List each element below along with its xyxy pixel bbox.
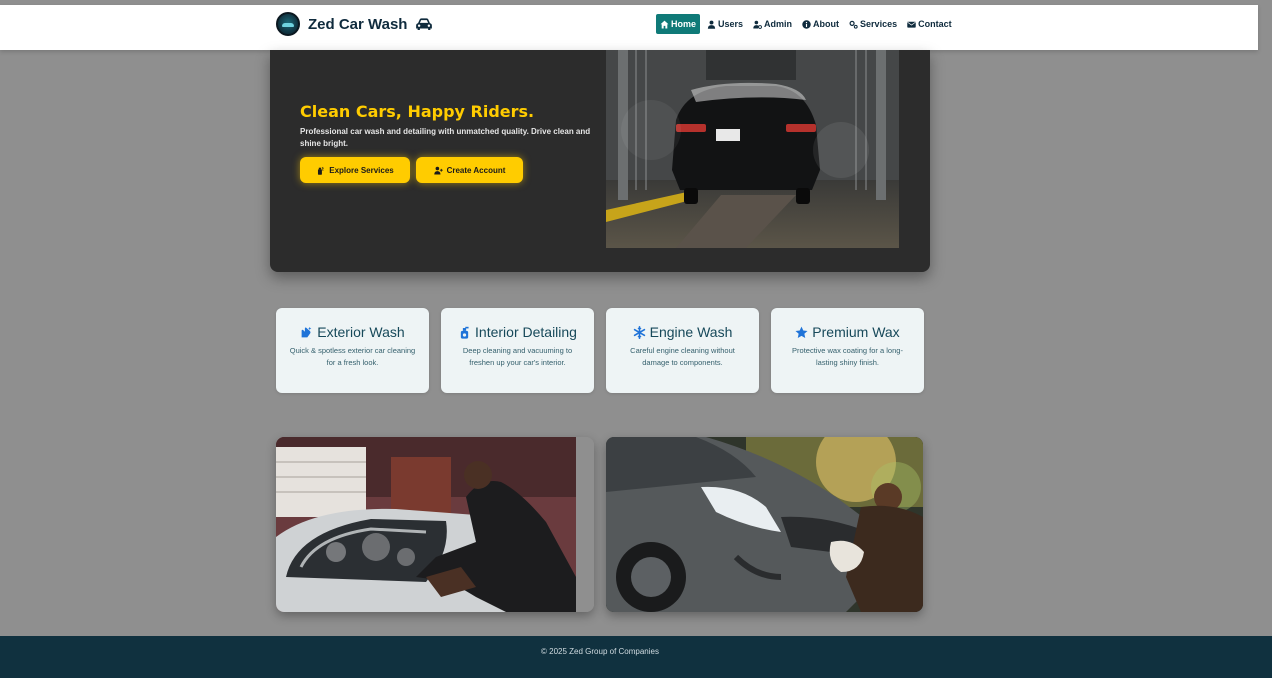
brand-name: Zed Car Wash: [308, 15, 408, 33]
gears-icon: [849, 20, 858, 29]
hand-sparkles-icon: [301, 326, 312, 337]
service-card-premium-wax[interactable]: Premium Wax Protective wax coating for a…: [771, 308, 924, 393]
nav-item-contact[interactable]: Contact: [904, 14, 955, 34]
service-title-text: Exterior Wash: [317, 324, 405, 340]
photo-polishing-headlight: [606, 437, 923, 612]
nav-item-services[interactable]: Services: [846, 14, 900, 34]
photo-washing-windshield: [276, 437, 594, 612]
service-card-engine-wash[interactable]: Engine Wash Careful engine cleaning with…: [606, 308, 759, 393]
explore-services-label: Explore Services: [329, 165, 394, 175]
service-title-interior-detailing: Interior Detailing: [441, 323, 594, 341]
nav-label-home: Home: [671, 19, 697, 29]
service-title-text: Engine Wash: [649, 324, 733, 340]
services-row: Exterior Wash Quick & spotless exterior …: [276, 308, 924, 393]
navbar: Zed Car Wash Home Users Admin About Serv…: [0, 5, 1258, 50]
service-description: Deep cleaning and vacuuming to freshen u…: [462, 346, 573, 367]
create-account-label: Create Account: [446, 165, 506, 175]
user-icon: [707, 20, 716, 29]
hero-buttons: Explore Services Create Account: [300, 157, 523, 183]
spray-bottle-icon: [318, 166, 325, 175]
user-plus-icon: [433, 166, 443, 174]
nav-item-admin[interactable]: Admin: [750, 14, 795, 34]
envelope-icon: [907, 21, 916, 28]
snowflake-icon: [633, 325, 645, 339]
service-card-interior-detailing[interactable]: Interior Detailing Deep cleaning and vac…: [441, 308, 594, 393]
nav-label-users: Users: [718, 19, 744, 29]
service-card-exterior-wash[interactable]: Exterior Wash Quick & spotless exterior …: [276, 308, 429, 393]
user-gear-icon: [753, 20, 762, 29]
hero-title: Clean Cars, Happy Riders.: [300, 102, 535, 121]
service-description: Quick & spotless exterior car cleaning f…: [289, 346, 416, 367]
info-circle-icon: [802, 19, 811, 29]
nav-item-users[interactable]: Users: [704, 14, 746, 34]
hero-description: Professional car wash and detailing with…: [300, 127, 591, 148]
nav-label-contact: Contact: [918, 19, 952, 29]
nav-item-about[interactable]: About: [799, 14, 842, 34]
create-account-button[interactable]: Create Account: [416, 157, 523, 183]
footer-copyright: © 2025 Zed Group of Companies: [541, 647, 659, 656]
service-description: Protective wax coating for a long-lastin…: [792, 346, 903, 367]
brand-link[interactable]: Zed Car Wash: [276, 12, 433, 36]
nav-item-home[interactable]: Home: [656, 14, 701, 34]
main-nav: Home Users Admin About Services Contact: [656, 14, 955, 34]
service-title-premium-wax: Premium Wax: [771, 323, 924, 341]
footer: © 2025 Zed Group of Companies: [0, 636, 1272, 678]
nav-label-about: About: [813, 19, 840, 29]
nav-label-admin: Admin: [764, 19, 793, 29]
home-icon: [660, 20, 669, 28]
hero-car-wash-image: [606, 50, 899, 248]
hero-section: Clean Cars, Happy Riders. Professional c…: [270, 50, 930, 272]
service-description: Careful engine cleaning without damage t…: [630, 346, 735, 367]
service-title-text: Interior Detailing: [475, 324, 577, 340]
pump-soap-icon: [460, 326, 469, 339]
service-title-engine-wash: Engine Wash: [606, 323, 759, 341]
car-icon: [416, 18, 433, 30]
brand-logo: [276, 12, 300, 36]
star-icon: [795, 326, 808, 338]
service-title-exterior-wash: Exterior Wash: [276, 323, 429, 341]
service-title-text: Premium Wax: [812, 324, 900, 340]
nav-label-services: Services: [860, 19, 898, 29]
explore-services-button[interactable]: Explore Services: [300, 157, 410, 183]
